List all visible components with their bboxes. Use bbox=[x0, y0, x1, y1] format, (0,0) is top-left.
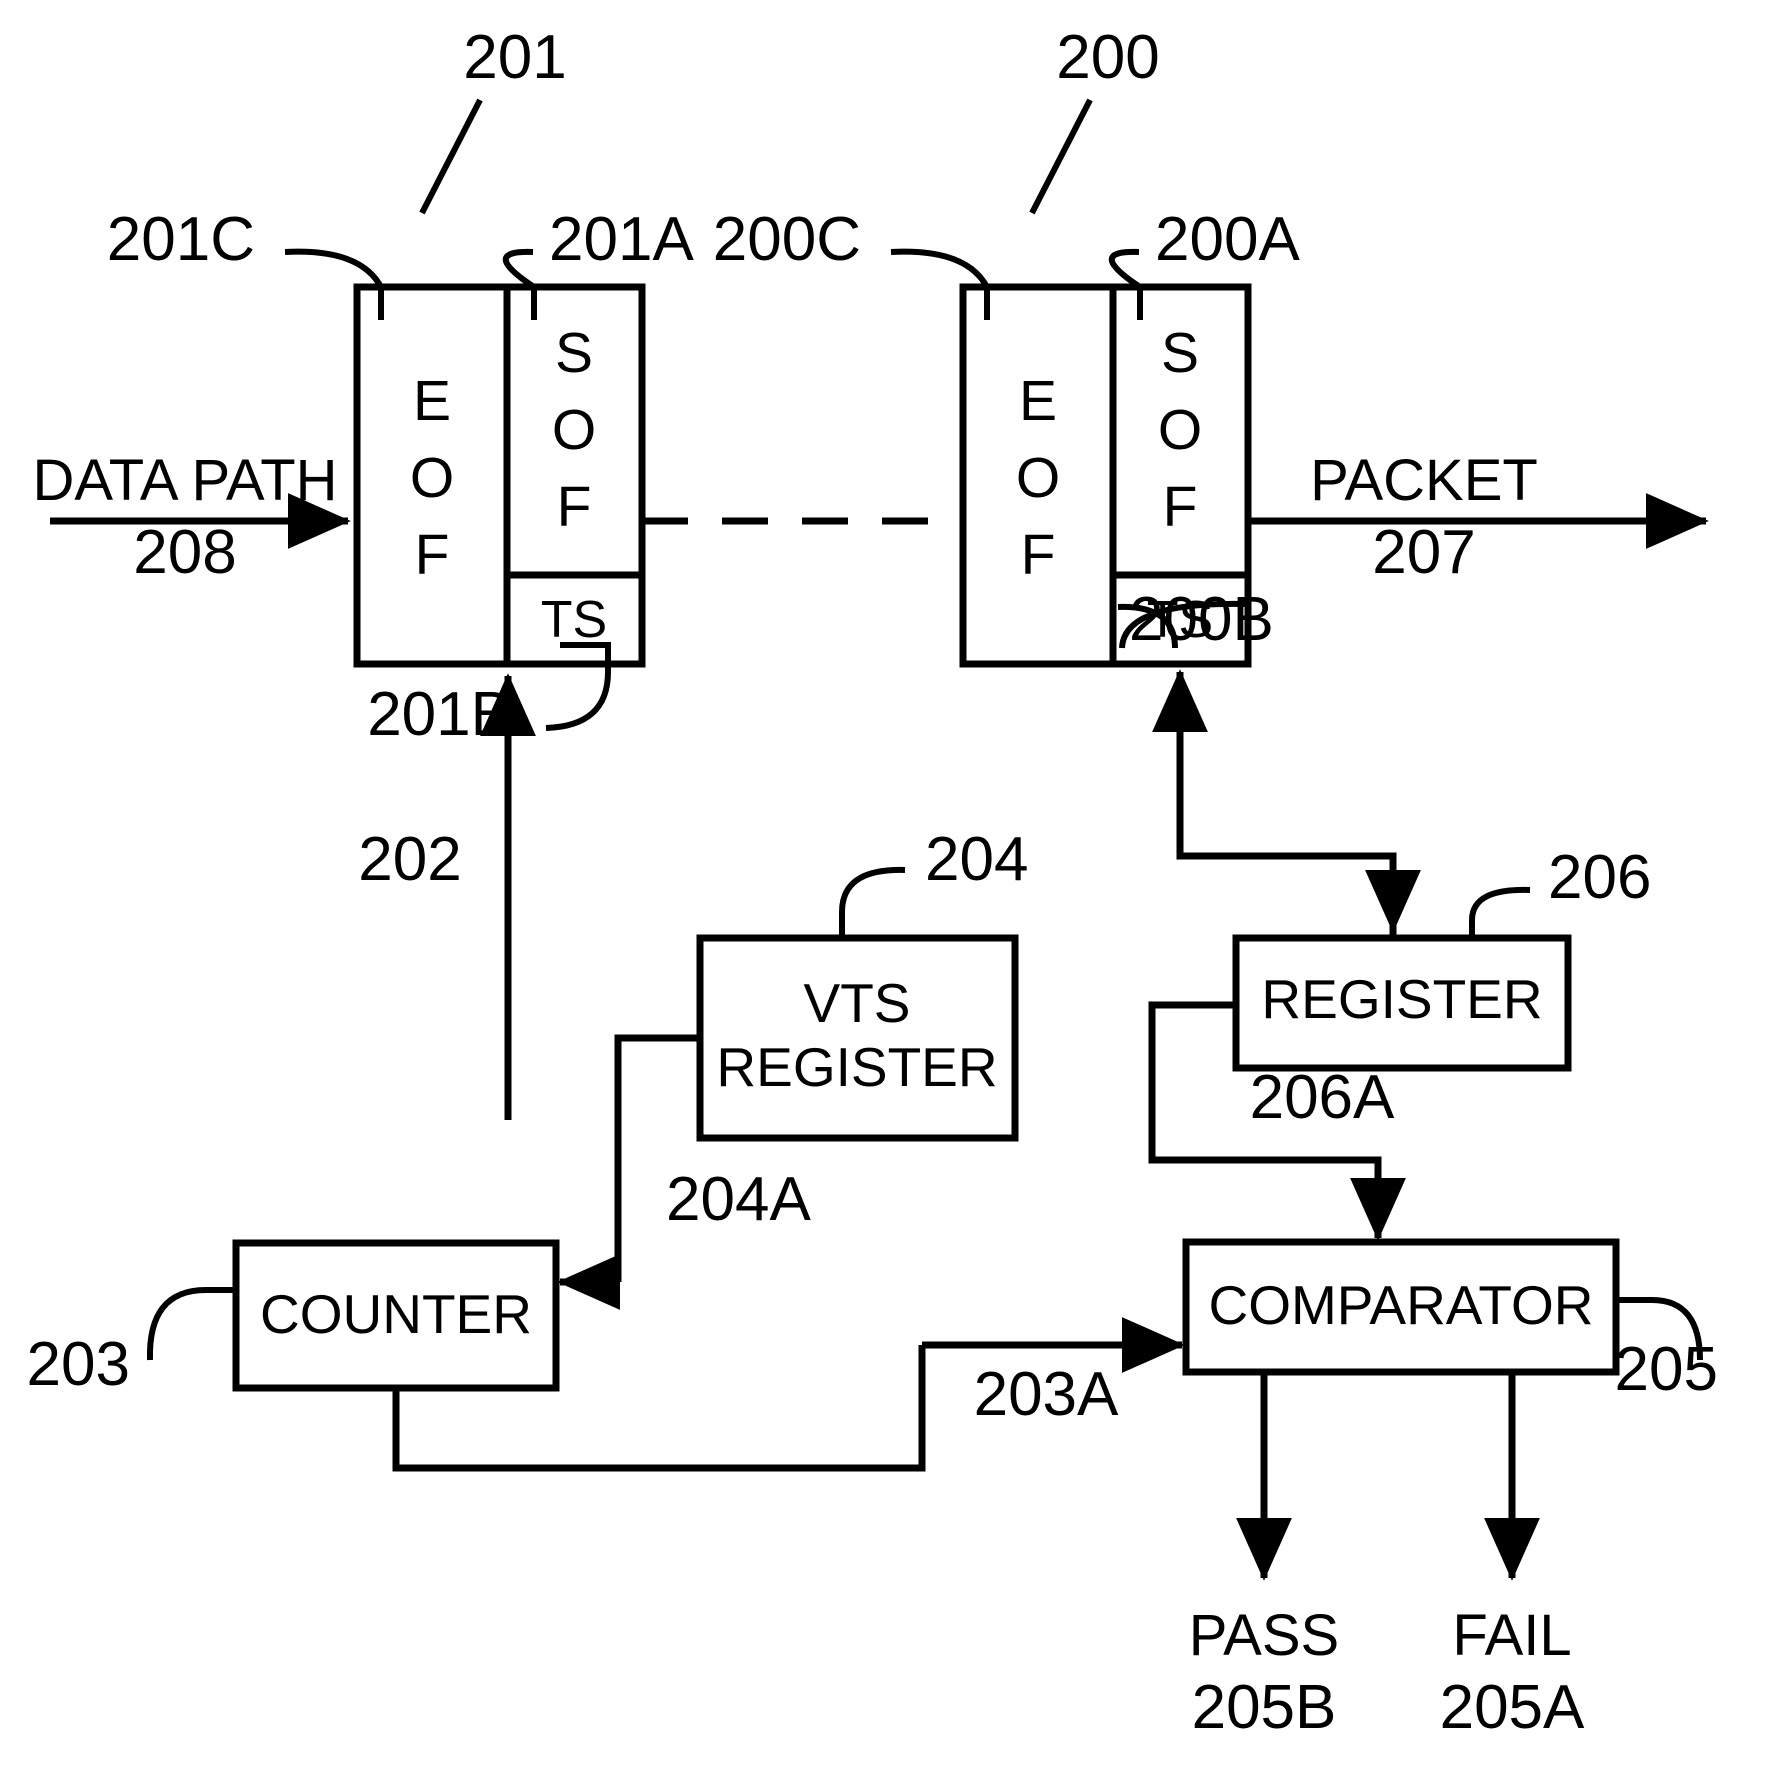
comparator-label: COMPARATOR bbox=[1208, 1274, 1593, 1336]
ref-label-203: 203 bbox=[27, 1330, 130, 1399]
packet-200-sof-letters: S O F bbox=[1158, 321, 1202, 539]
data-path-label: DATA PATH bbox=[32, 448, 337, 513]
packet-201-eof-letters: E O F bbox=[410, 369, 454, 587]
pass-label: PASS bbox=[1189, 1603, 1339, 1668]
ref-label-200: 200 bbox=[1056, 23, 1159, 92]
packet-201-sof-letter-o: O bbox=[552, 398, 596, 462]
ref-label-205: 205 bbox=[1615, 1335, 1718, 1404]
ref-label-206: 206 bbox=[1548, 843, 1651, 912]
register-input-path bbox=[1176, 700, 1397, 938]
packet-output-label: PACKET bbox=[1310, 448, 1538, 513]
vts-register-label-line1: VTS bbox=[804, 972, 911, 1034]
packet-201-sof-letter-f: F bbox=[557, 475, 592, 539]
packet-201-eof-letter-o: O bbox=[410, 446, 454, 510]
packet-200-sof-letter-s: S bbox=[1161, 321, 1199, 385]
vts-register-label-line2: REGISTER bbox=[716, 1036, 997, 1098]
fail-label: FAIL bbox=[1452, 1603, 1571, 1668]
ref-label-201c: 201C bbox=[107, 205, 255, 274]
data-path-ref-208: 208 bbox=[133, 518, 236, 587]
leader-line-206 bbox=[1469, 886, 1531, 938]
fail-ref-205a: 205A bbox=[1440, 1673, 1585, 1742]
packet-200-sof-letter-f: F bbox=[1163, 475, 1198, 539]
packet-201-eof-letter-f: F bbox=[415, 523, 450, 587]
ref-label-200c: 200C bbox=[713, 205, 861, 274]
ref-label-201: 201 bbox=[463, 23, 566, 92]
ref-label-201a: 201A bbox=[549, 205, 694, 274]
ref-label-201b: 201B bbox=[367, 680, 512, 749]
pass-ref-205b: 205B bbox=[1192, 1673, 1337, 1742]
packet-200-eof-letter-e: E bbox=[1019, 369, 1057, 433]
register-label: REGISTER bbox=[1261, 968, 1542, 1030]
packet-201-sof-letter-s: S bbox=[555, 321, 593, 385]
block-diagram-canvas: E O F S O F TS E O F S O F TS DATA PATH … bbox=[27, 23, 1718, 1742]
packet-200-eof-letters: E O F bbox=[1016, 369, 1060, 587]
packet-201-eof-letter-e: E bbox=[413, 369, 451, 433]
leader-line-200 bbox=[1029, 98, 1093, 215]
leader-line-201 bbox=[419, 98, 483, 215]
packet-200-eof-letter-f: F bbox=[1021, 523, 1056, 587]
ref-label-206a: 206A bbox=[1250, 1063, 1395, 1132]
packet-output-ref-207: 207 bbox=[1372, 518, 1475, 587]
packet-201-sof-letters: S O F bbox=[552, 321, 596, 539]
ref-label-204: 204 bbox=[925, 825, 1028, 894]
ref-label-200b: 200B bbox=[1129, 585, 1274, 654]
counter-label: COUNTER bbox=[260, 1283, 532, 1345]
packet-201-ts-text: TS bbox=[541, 591, 607, 649]
ref-label-204a: 204A bbox=[666, 1165, 811, 1234]
ref-label-200a: 200A bbox=[1155, 205, 1300, 274]
signal-204a-line bbox=[614, 1034, 700, 1282]
leader-line-204 bbox=[839, 866, 906, 938]
packet-200-sof-letter-o: O bbox=[1158, 398, 1202, 462]
ref-label-202: 202 bbox=[358, 825, 461, 894]
ref-label-203a: 203A bbox=[974, 1360, 1119, 1429]
leader-line-203 bbox=[146, 1287, 236, 1361]
patent-figure-root: E O F S O F TS E O F S O F TS DATA PATH … bbox=[0, 0, 1775, 1769]
packet-200-eof-letter-o: O bbox=[1016, 446, 1060, 510]
